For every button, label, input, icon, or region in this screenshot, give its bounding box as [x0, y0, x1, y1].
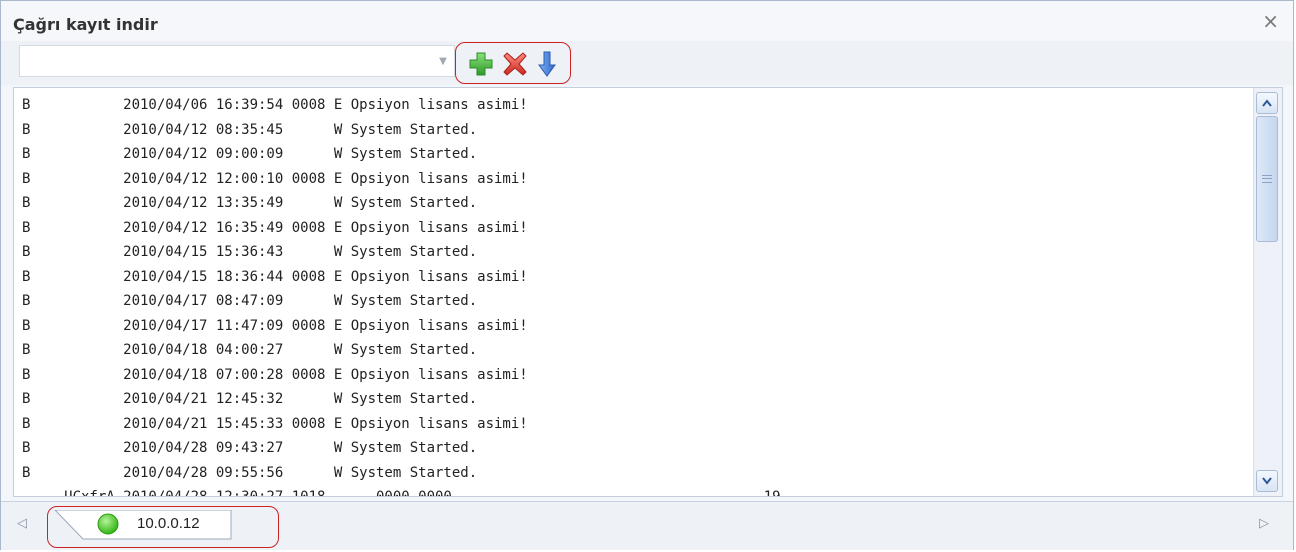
x-icon [503, 52, 527, 76]
log-line: B 2010/04/15 15:36:43 W System Started. [22, 244, 478, 260]
device-select[interactable]: ▼ [19, 45, 455, 77]
log-lines: B 2010/04/06 16:39:54 0008 E Opsiyon lis… [14, 93, 1254, 497]
chevron-down-icon[interactable]: ▼ [432, 46, 454, 76]
chevron-up-icon [1262, 99, 1272, 107]
log-line: UCxfrA 2010/04/28 12:30:27 1018 0000 000… [22, 489, 781, 497]
log-line: B 2010/04/06 16:39:54 0008 E Opsiyon lis… [22, 97, 528, 113]
arrow-down-icon [538, 51, 556, 77]
log-line: B 2010/04/12 13:35:49 W System Started. [22, 195, 478, 211]
vertical-scrollbar[interactable] [1253, 88, 1282, 496]
title-bar: Çağrı kayıt indir × [1, 1, 1293, 41]
toolbar: ▼ [1, 41, 1293, 85]
log-line: B 2010/04/28 09:55:56 W System Started. [22, 464, 478, 481]
log-line: B 2010/04/12 12:00:10 0008 E Opsiyon lis… [22, 170, 528, 187]
scroll-up-button[interactable] [1256, 92, 1278, 114]
status-online-icon [97, 513, 119, 535]
tab-device[interactable]: 10.0.0.12 [53, 510, 233, 540]
log-line: B 2010/04/17 08:47:09 W System Started. [22, 293, 478, 309]
download-button[interactable] [534, 51, 560, 77]
tab-scroll-left-icon[interactable]: ◁ [17, 516, 27, 531]
delete-button[interactable] [502, 51, 528, 77]
log-line: B 2010/04/18 07:00:28 0008 E Opsiyon lis… [22, 366, 528, 383]
log-line: B 2010/04/28 09:43:27 W System Started. [22, 440, 478, 456]
grip-icon [1262, 175, 1272, 183]
scroll-down-button[interactable] [1256, 470, 1278, 492]
call-log-download-window: Çağrı kayıt indir × ▼ B 2010/04/06 16:39… [0, 0, 1294, 550]
log-line: B 2010/04/15 18:36:44 0008 E Opsiyon lis… [22, 268, 528, 285]
log-line: B 2010/04/12 09:00:09 W System Started. [22, 146, 478, 162]
tab-scroll-right-icon[interactable]: ▷ [1259, 516, 1269, 531]
log-line: B 2010/04/21 15:45:33 0008 E Opsiyon lis… [22, 415, 528, 432]
log-line: B 2010/04/18 04:00:27 W System Started. [22, 342, 478, 358]
log-line: B 2010/04/12 16:35:49 0008 E Opsiyon lis… [22, 219, 528, 236]
chevron-down-icon [1262, 477, 1272, 485]
add-button[interactable] [468, 51, 494, 77]
log-line: B 2010/04/12 08:35:45 W System Started. [22, 121, 478, 138]
plus-icon [469, 52, 493, 76]
log-line: B 2010/04/21 12:45:32 W System Started. [22, 391, 478, 407]
close-icon[interactable]: × [1262, 11, 1279, 31]
action-buttons-highlight [455, 42, 571, 84]
window-title: Çağrı kayıt indir [13, 15, 158, 34]
tab-device-label: 10.0.0.12 [137, 515, 200, 532]
log-view[interactable]: B 2010/04/06 16:39:54 0008 E Opsiyon lis… [13, 87, 1283, 497]
log-line: B 2010/04/17 11:47:09 0008 E Opsiyon lis… [22, 317, 528, 334]
scroll-thumb[interactable] [1256, 116, 1278, 242]
device-tab-bar: ◁ 10.0.0.12 ▷ [1, 501, 1293, 550]
